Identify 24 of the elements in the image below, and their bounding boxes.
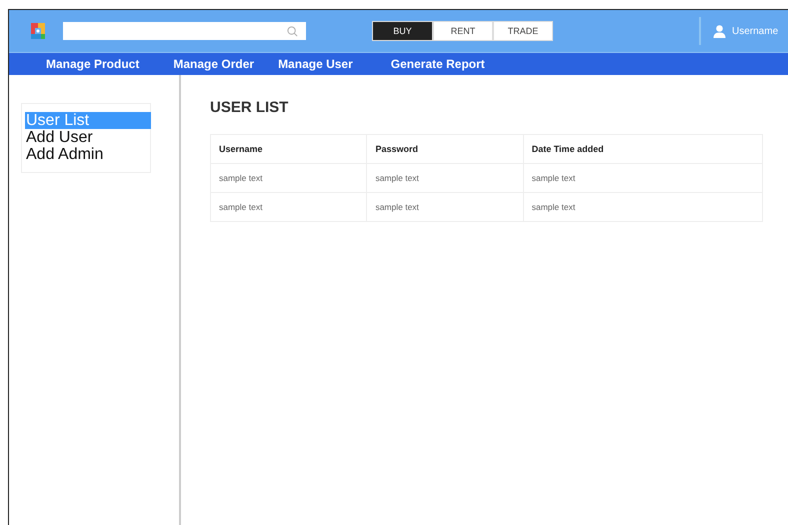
table-cell: sample text xyxy=(366,164,524,192)
mode-tab[interactable]: TRADE xyxy=(493,21,553,41)
search-field[interactable] xyxy=(63,22,306,40)
page-title: USER LIST xyxy=(210,99,290,116)
column-header: Password xyxy=(366,134,524,164)
table-cell: sample text xyxy=(366,192,524,222)
table-cell: sample text xyxy=(523,164,762,192)
sidebar-item[interactable]: Add User xyxy=(25,129,151,146)
mode-tab[interactable]: RENT xyxy=(433,21,493,41)
table-cell: sample text xyxy=(210,192,367,222)
table-cell: sample text xyxy=(523,192,762,222)
nav-link[interactable]: Manage Product xyxy=(46,57,140,71)
nav-link[interactable]: Manage User xyxy=(278,57,353,71)
mode-tab[interactable]: BUY xyxy=(372,21,433,41)
search-icon xyxy=(287,26,298,36)
logo-icon xyxy=(28,21,48,41)
table-cell: sample text xyxy=(210,164,367,192)
nav-link[interactable]: Manage Order xyxy=(173,57,254,71)
user-icon xyxy=(713,24,726,38)
nav-link[interactable]: Generate Report xyxy=(390,57,485,71)
sidebar-item[interactable]: User List xyxy=(25,112,151,129)
sidebar-item[interactable]: Add Admin xyxy=(25,146,151,163)
column-header: Date Time added xyxy=(523,134,762,164)
column-header: Username xyxy=(210,134,367,164)
